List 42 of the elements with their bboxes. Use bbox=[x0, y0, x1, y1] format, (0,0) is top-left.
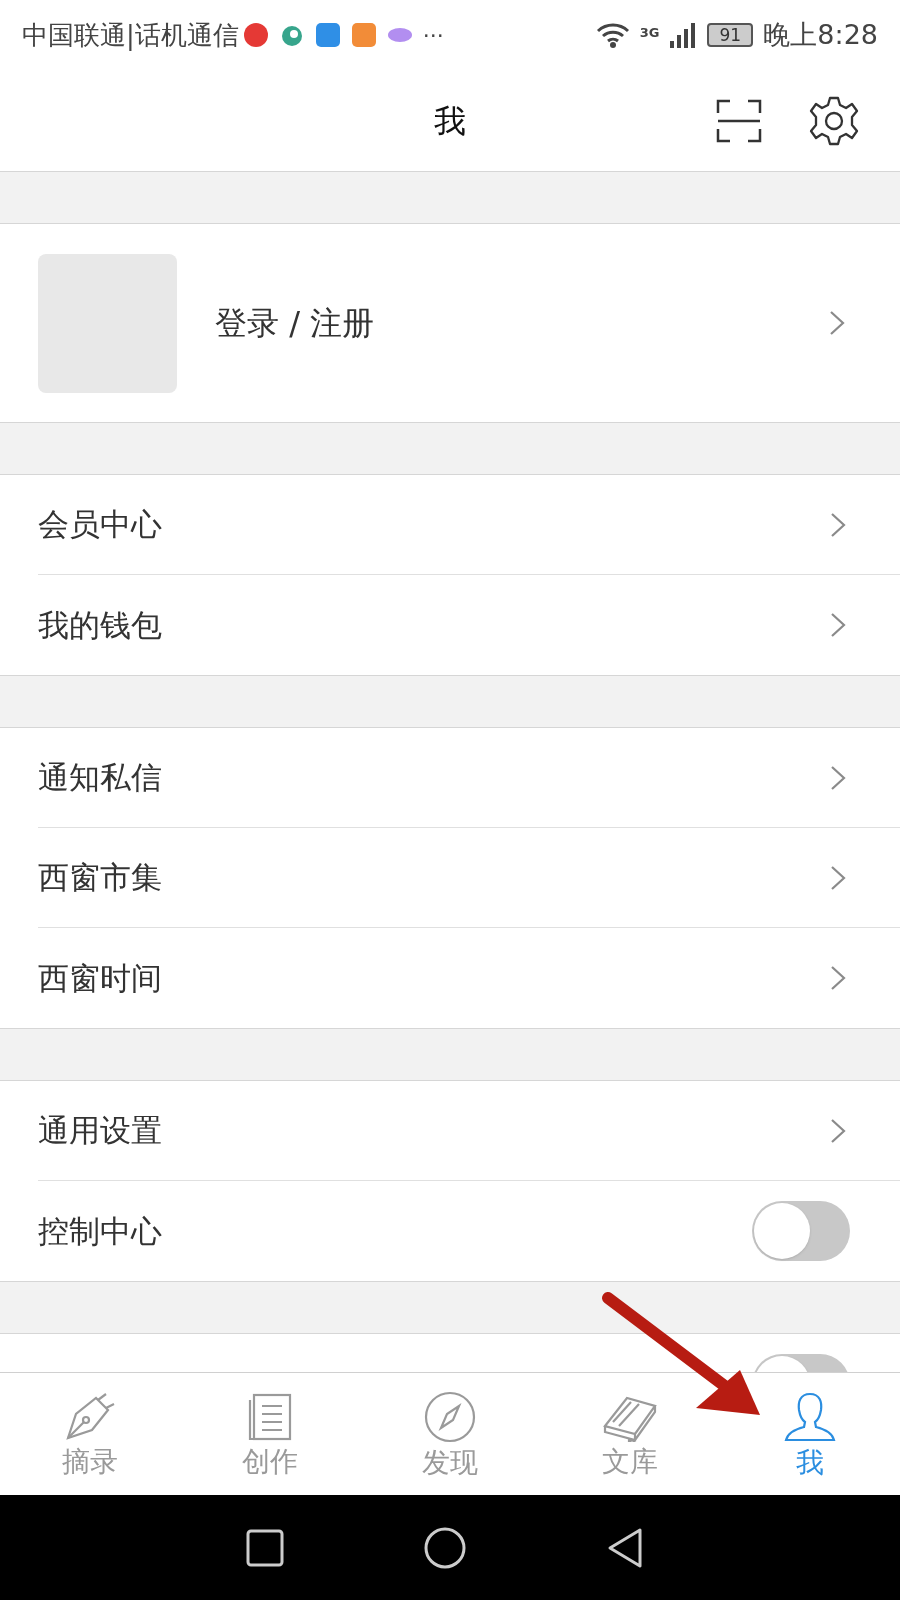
menu-row[interactable]: 西窗市集 bbox=[38, 828, 900, 928]
home-icon[interactable] bbox=[424, 1526, 466, 1569]
chevron-right-icon bbox=[830, 864, 846, 891]
menu-row[interactable]: 我的钱包 bbox=[38, 575, 900, 675]
chevron-right-icon bbox=[830, 1117, 846, 1144]
carrier-name: 中国联通|话机通信 bbox=[22, 18, 239, 53]
chevron-right-icon bbox=[830, 764, 846, 791]
notification-icon bbox=[350, 22, 377, 48]
menu-row[interactable]: 会员中心 bbox=[38, 475, 900, 575]
recent-apps-icon[interactable] bbox=[246, 1528, 284, 1567]
toggle-switch[interactable] bbox=[752, 1201, 850, 1261]
menu-label: 西窗市集 bbox=[38, 858, 162, 898]
menu-label: 我的钱包 bbox=[38, 605, 162, 645]
menu-row[interactable]: 通用设置 bbox=[38, 1081, 900, 1181]
chevron-right-icon bbox=[830, 511, 846, 538]
menu-label: 西窗时间 bbox=[38, 958, 162, 998]
menu-label: 通知私信 bbox=[38, 758, 162, 798]
clock-time: 晚上8:28 bbox=[763, 17, 878, 52]
more-notifications: ··· bbox=[422, 21, 444, 50]
signal-icon bbox=[669, 21, 698, 49]
menu-label: 会员中心 bbox=[38, 505, 162, 545]
user-icon bbox=[783, 1391, 837, 1443]
notification-icon bbox=[314, 22, 341, 48]
menu-row[interactable]: 通知私信 bbox=[38, 728, 900, 828]
menu-row[interactable]: 西窗时间 bbox=[38, 928, 900, 1028]
profile-row[interactable]: 登录 / 注册 bbox=[0, 223, 900, 423]
chevron-right-icon bbox=[830, 612, 846, 638]
login-register-label: 登录 / 注册 bbox=[215, 303, 375, 344]
settings-icon[interactable] bbox=[808, 94, 860, 147]
back-icon[interactable] bbox=[606, 1526, 644, 1569]
page-title: 我 bbox=[434, 100, 466, 142]
battery-indicator: 91 bbox=[707, 23, 754, 47]
wifi-icon bbox=[595, 21, 630, 49]
network-type: 3G bbox=[639, 23, 660, 42]
chevron-right-icon bbox=[829, 310, 845, 336]
menu-label: 通用设置 bbox=[38, 1111, 162, 1151]
menu-label: 控制中心 bbox=[38, 1211, 162, 1251]
chevron-right-icon bbox=[830, 965, 846, 991]
menu-row[interactable]: 控制中心 bbox=[38, 1181, 900, 1281]
scan-icon[interactable] bbox=[716, 98, 762, 143]
compass-icon bbox=[424, 1391, 476, 1443]
notification-icon bbox=[242, 22, 269, 48]
